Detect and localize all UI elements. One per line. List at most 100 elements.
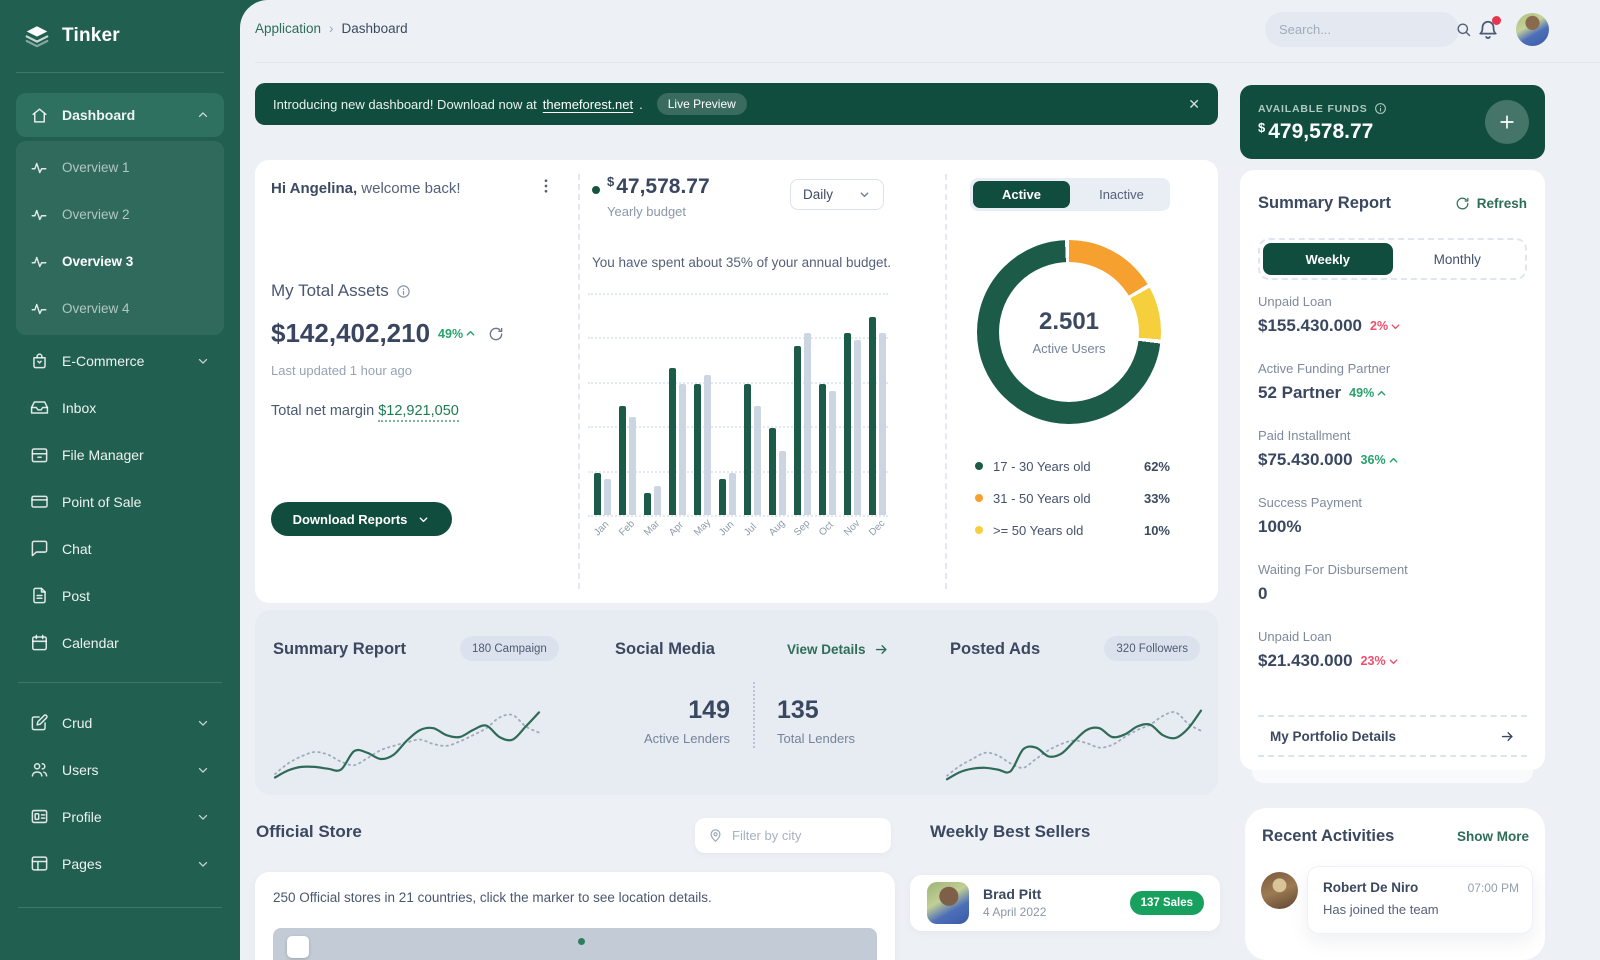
followers-badge: 320 Followers — [1104, 636, 1200, 661]
refresh-button[interactable]: Refresh — [1455, 196, 1527, 211]
net-margin-value[interactable]: $12,921,050 — [378, 403, 459, 422]
filter-city-input[interactable] — [732, 828, 908, 843]
map-zoom-button[interactable] — [287, 936, 309, 958]
map-marker[interactable] — [578, 938, 585, 945]
sidebar-item-point-of-sale[interactable]: Point of Sale — [16, 478, 224, 525]
add-funds-button[interactable] — [1485, 100, 1529, 144]
kebab-menu-icon[interactable] — [537, 176, 555, 196]
bar-spent — [744, 384, 751, 515]
banner-suffix: . — [639, 97, 643, 112]
download-reports-button[interactable]: Download Reports — [271, 502, 452, 536]
activity-list-item[interactable]: Robert De Niro 07:00 PM Has joined the t… — [1307, 866, 1533, 934]
seller-list-item[interactable]: Brad Pitt 4 April 2022 137 Sales — [910, 875, 1220, 931]
seller-name: Brad Pitt — [983, 886, 1041, 902]
search-input[interactable] — [1279, 22, 1455, 37]
summary-items: Unpaid Loan$155.430.0002% Active Funding… — [1258, 294, 1527, 696]
bar-group-aug: Aug — [769, 293, 786, 515]
available-funds-value: $479,578.77 — [1258, 120, 1373, 144]
refresh-icon[interactable] — [488, 326, 504, 342]
best-sellers-title: Weekly Best Sellers — [930, 822, 1090, 842]
dashboard-submenu: Overview 1Overview 2Overview 3Overview 4 — [16, 141, 224, 335]
activity-avatar — [1261, 872, 1298, 909]
search-icon[interactable] — [1455, 21, 1472, 38]
x-tick: Feb — [617, 518, 637, 538]
dashboard-app: Tinker Dashboard Overview 1Overview 2Ove… — [0, 0, 1600, 960]
column-divider — [945, 174, 947, 589]
notifications-bell-icon[interactable] — [1477, 19, 1499, 41]
active-users-donut-chart: 2.501 Active Users — [977, 240, 1161, 424]
show-more-link[interactable]: Show More — [1457, 829, 1529, 844]
sidebar-nav: Dashboard Overview 1Overview 2Overview 3… — [0, 73, 240, 908]
active-inactive-toggle: Active Inactive — [970, 178, 1170, 211]
arrow-right-icon — [1500, 729, 1515, 744]
chevron-down-icon — [196, 716, 210, 730]
bar-spent — [719, 479, 726, 515]
sidebar-item-dashboard[interactable]: Dashboard — [16, 93, 224, 137]
summary-item-paid-installment: Paid Installment$75.430.00036% — [1258, 428, 1527, 470]
sidebar-item-pages[interactable]: Pages — [16, 840, 224, 887]
sidebar-item-chat[interactable]: Chat — [16, 525, 224, 572]
sidebar-item-overview-4[interactable]: Overview 4 — [16, 285, 224, 332]
sidebar-item-file-manager[interactable]: File Manager — [16, 431, 224, 478]
notification-dot — [1492, 16, 1501, 25]
portfolio-details-button[interactable]: My Portfolio Details — [1258, 715, 1527, 757]
activity-icon — [30, 300, 49, 318]
sidebar-item-overview-2[interactable]: Overview 2 — [16, 191, 224, 238]
x-tick: Apr — [667, 520, 686, 539]
tab-weekly[interactable]: Weekly — [1263, 243, 1393, 275]
store-map[interactable] — [273, 928, 877, 960]
total-assets-value: $142,402,210 — [271, 318, 430, 349]
view-details-link[interactable]: View Details — [787, 642, 889, 657]
net-margin: Total net margin $12,921,050 — [271, 403, 459, 419]
activity-icon — [30, 159, 49, 177]
sidebar-item-overview-3[interactable]: Overview 3 — [16, 238, 224, 285]
brand[interactable]: Tinker — [0, 0, 240, 72]
banner-link[interactable]: themeforest.net — [543, 97, 633, 112]
bar-group-dec: Dec — [869, 293, 886, 515]
activity-icon — [30, 253, 49, 271]
toggle-active[interactable]: Active — [973, 181, 1070, 208]
chevron-down-icon — [196, 354, 210, 368]
sidebar-item-crud[interactable]: Crud — [16, 699, 224, 746]
info-icon — [1374, 102, 1387, 115]
live-preview-badge[interactable]: Live Preview — [657, 93, 747, 115]
sidebar-item-users[interactable]: Users — [16, 746, 224, 793]
close-icon[interactable]: ✕ — [1188, 96, 1200, 113]
sidebar-item-overview-1[interactable]: Overview 1 — [16, 144, 224, 191]
breadcrumb-application[interactable]: Application — [255, 21, 321, 36]
chevron-up-icon — [196, 108, 210, 122]
breadcrumb: Application › Dashboard — [255, 21, 408, 36]
sidebar-item-post[interactable]: Post — [16, 572, 224, 619]
toggle-inactive[interactable]: Inactive — [1073, 178, 1170, 211]
archive-icon — [30, 445, 49, 464]
sidebar-menu-main: E-CommerceInboxFile ManagerPoint of Sale… — [16, 337, 224, 666]
breadcrumb-dashboard: Dashboard — [342, 21, 408, 36]
legend-row: >= 50 Years old10% — [975, 514, 1170, 546]
sidebar-item-inbox[interactable]: Inbox — [16, 384, 224, 431]
bar-group-nov: Nov — [844, 293, 861, 515]
stat-divider — [753, 682, 755, 748]
sidebar-item-profile[interactable]: Profile — [16, 793, 224, 840]
sidebar-item-calendar[interactable]: Calendar — [16, 619, 224, 666]
legend-row: 17 - 30 Years old62% — [975, 450, 1170, 482]
sidebar-item-e-commerce[interactable]: E-Commerce — [16, 337, 224, 384]
user-avatar[interactable] — [1516, 13, 1549, 46]
bar-spent — [644, 493, 651, 515]
chat-icon — [30, 539, 49, 558]
sales-badge: 137 Sales — [1130, 891, 1204, 915]
card-stack-shadow — [1252, 770, 1533, 783]
period-select[interactable]: Daily — [790, 179, 884, 210]
content: Application › Dashboard Introducing new … — [240, 0, 1600, 960]
bar-spent — [694, 384, 701, 515]
info-icon[interactable] — [396, 284, 411, 299]
search-box — [1265, 12, 1459, 47]
shopping-bag-icon — [30, 351, 49, 370]
total-lenders-stat: 135 Total Lenders — [777, 696, 874, 746]
donut-center: 2.501 Active Users — [977, 240, 1161, 424]
location-pin-icon — [708, 828, 723, 843]
summary-item-waiting-for-disbursement: Waiting For Disbursement0 — [1258, 562, 1527, 604]
chevron-down-icon — [196, 810, 210, 824]
official-store-card: 250 Official stores in 21 countries, cli… — [255, 872, 895, 960]
bar-group-feb: Feb — [619, 293, 636, 515]
tab-monthly[interactable]: Monthly — [1393, 243, 1523, 275]
